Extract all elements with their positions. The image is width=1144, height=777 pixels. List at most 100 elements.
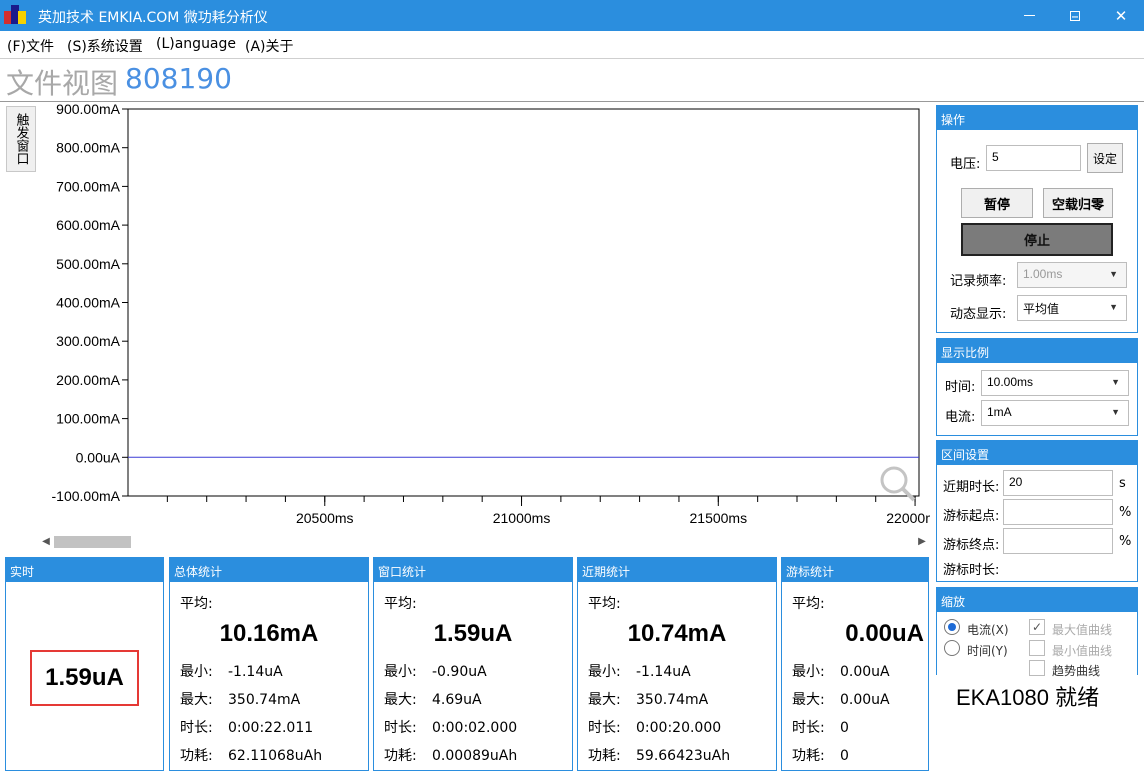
zoom-magnifier-icon[interactable] — [878, 464, 918, 504]
min-curve-label: 最小值曲线 — [1052, 644, 1113, 658]
chevron-down-icon: ▼ — [1109, 302, 1118, 312]
range-settings-panel: 区间设置 近期时长: 20 s 游标起点: % 游标终点: % 游标时长: — [936, 440, 1138, 582]
duration-label: 时长: — [792, 720, 825, 736]
power-label: 功耗: — [384, 748, 417, 764]
zoom-current-radio[interactable] — [944, 619, 960, 635]
power-value: 59.66423uAh — [636, 748, 731, 764]
panel-title: 游标统计 — [782, 558, 928, 582]
zoom-time-radio[interactable] — [944, 640, 960, 656]
duration-value: 0 — [840, 720, 849, 736]
current-chart[interactable]: 900.00mA 800.00mA 700.00mA 600.00mA 500.00mA… — [40, 104, 930, 550]
zero-calibrate-button[interactable]: 空载归零 — [1043, 188, 1113, 218]
y-tick-label: 0.00uA — [76, 449, 121, 465]
min-value: -1.14uA — [636, 664, 691, 680]
dynamic-display-select[interactable]: 平均值 ▼ — [1017, 295, 1127, 321]
page-title: 文件视图 — [6, 67, 119, 100]
y-tick-label: 200.00mA — [56, 372, 120, 388]
max-value: 350.74mA — [636, 692, 709, 708]
max-label: 最大: — [384, 692, 417, 708]
power-label: 功耗: — [180, 748, 213, 764]
scroll-right-icon[interactable]: ▶ — [916, 533, 928, 550]
pause-button[interactable]: 暂停 — [961, 188, 1033, 218]
min-value: -0.90uA — [432, 664, 487, 680]
x-tick-label: 21000ms — [493, 510, 551, 526]
min-value: 0.00uA — [840, 664, 890, 680]
total-stats-panel: 总体统计 平均: 10.16mA 最小: -1.14uA 最大: 350.74mA … — [169, 557, 369, 771]
avg-value: 1.59uA — [433, 620, 513, 647]
scroll-left-icon[interactable]: ◀ — [40, 533, 52, 550]
trigger-window-tab[interactable]: 触发窗口 — [6, 106, 36, 172]
realtime-panel: 实时 1.59uA — [5, 557, 164, 771]
x-tick-label: 20500ms — [296, 510, 354, 526]
trend-curve-label: 趋势曲线 — [1052, 664, 1101, 678]
y-tick-label: 800.00mA — [56, 140, 120, 156]
time-scale-select[interactable]: 10.00ms ▼ — [981, 370, 1129, 396]
chart-horizontal-scrollbar[interactable]: ◀ ▶ — [40, 533, 928, 550]
duration-label: 时长: — [384, 720, 417, 736]
window-title: 英加技术 EMKIA.COM 微功耗分析仪 — [38, 10, 268, 26]
realtime-value: 1.59uA — [30, 650, 139, 706]
max-label: 最大: — [792, 692, 825, 708]
cursor-start-input[interactable] — [1003, 499, 1113, 525]
cursor-duration-label: 游标时长: — [943, 563, 1000, 578]
avg-value: 10.74mA — [627, 620, 727, 647]
y-tick-label: 300.00mA — [56, 333, 120, 349]
title-bar: 英加技术 EMKIA.COM 微功耗分析仪 – — [0, 0, 1144, 31]
max-curve-checkbox[interactable]: ✓ — [1029, 619, 1045, 635]
y-tick-label: 500.00mA — [56, 256, 120, 272]
power-value: 0.00089uAh — [432, 748, 518, 764]
chevron-down-icon: ▼ — [1111, 407, 1120, 417]
voltage-input[interactable]: 5 — [986, 145, 1081, 171]
power-value: 62.11068uAh — [228, 748, 323, 764]
y-tick-label: 400.00mA — [56, 295, 120, 311]
close-button[interactable]: ✕ — [1098, 0, 1144, 31]
zoom-panel: 缩放 电流(X) 时间(Y) ✓ 最大值曲线 最小值曲线 趋势曲线 — [936, 587, 1138, 678]
window-stats-panel: 窗口统计 平均: 1.59uA 最小: -0.90uA 最大: 4.69uA 时长:… — [373, 557, 573, 771]
plot-area — [127, 108, 920, 497]
view-header: 文件视图 808190 — [0, 60, 1144, 102]
cursor-end-input[interactable] — [1003, 528, 1113, 554]
set-voltage-button[interactable]: 设定 — [1087, 143, 1123, 173]
duration-value: 0:00:02.000 — [432, 720, 518, 736]
min-label: 最小: — [180, 664, 213, 680]
min-label: 最小: — [792, 664, 825, 680]
cursor-end-unit: % — [1119, 534, 1132, 549]
stop-button[interactable]: 停止 — [961, 223, 1113, 256]
recent-stats-panel: 近期统计 平均: 10.74mA 最小: -1.14uA 最大: 350.74mA … — [577, 557, 777, 771]
current-scale-select[interactable]: 1mA ▼ — [981, 400, 1129, 426]
dynamic-display-label: 动态显示: — [950, 307, 1007, 322]
app-logo-icon — [4, 5, 26, 25]
menu-file[interactable]: (F)文件 — [7, 36, 54, 56]
time-scale-value: 10.00ms — [987, 375, 1034, 389]
current-scale-value: 1mA — [987, 405, 1012, 419]
y-tick-label: 100.00mA — [56, 411, 120, 427]
record-rate-select[interactable]: 1.00ms ▼ — [1017, 262, 1127, 288]
cursor-stats-panel: 游标统计 平均: 0.00uA 最小: 0.00uA 最大: 0.00uA 时长: 0… — [781, 557, 929, 771]
panel-title: 总体统计 — [170, 558, 368, 582]
x-tick-label: 21500ms — [690, 510, 748, 526]
panel-title: 实时 — [6, 558, 163, 582]
y-tick-label: 900.00mA — [56, 104, 120, 117]
max-label: 最大: — [588, 692, 621, 708]
panel-title: 近期统计 — [578, 558, 776, 582]
power-label: 功耗: — [792, 748, 825, 764]
scroll-thumb[interactable] — [54, 536, 131, 548]
min-curve-checkbox[interactable] — [1029, 640, 1045, 656]
time-scale-label: 时间: — [945, 380, 976, 395]
scale-panel: 显示比例 时间: 10.00ms ▼ 电流: 1mA ▼ — [936, 338, 1138, 436]
chart-svg[interactable]: 900.00mA 800.00mA 700.00mA 600.00mA 500.00mA… — [40, 104, 930, 534]
cursor-end-label: 游标终点: — [943, 538, 1000, 553]
avg-label: 平均: — [588, 596, 621, 612]
recent-duration-input[interactable]: 20 — [1003, 470, 1113, 496]
cursor-start-unit: % — [1119, 505, 1132, 520]
avg-label: 平均: — [180, 596, 213, 612]
menu-bar: (F)文件 (S)系统设置 (L)anguage (A)关于 — [0, 31, 1144, 59]
minimize-button-2[interactable] — [1006, 0, 1052, 31]
chevron-down-icon: ▼ — [1111, 377, 1120, 387]
menu-system-settings[interactable]: (S)系统设置 — [67, 36, 143, 56]
duration-label: 时长: — [588, 720, 621, 736]
menu-language[interactable]: (L)anguage — [156, 36, 236, 52]
maximize-button[interactable] — [1052, 0, 1098, 31]
menu-about[interactable]: (A)关于 — [245, 36, 294, 56]
trend-curve-checkbox[interactable] — [1029, 660, 1045, 676]
